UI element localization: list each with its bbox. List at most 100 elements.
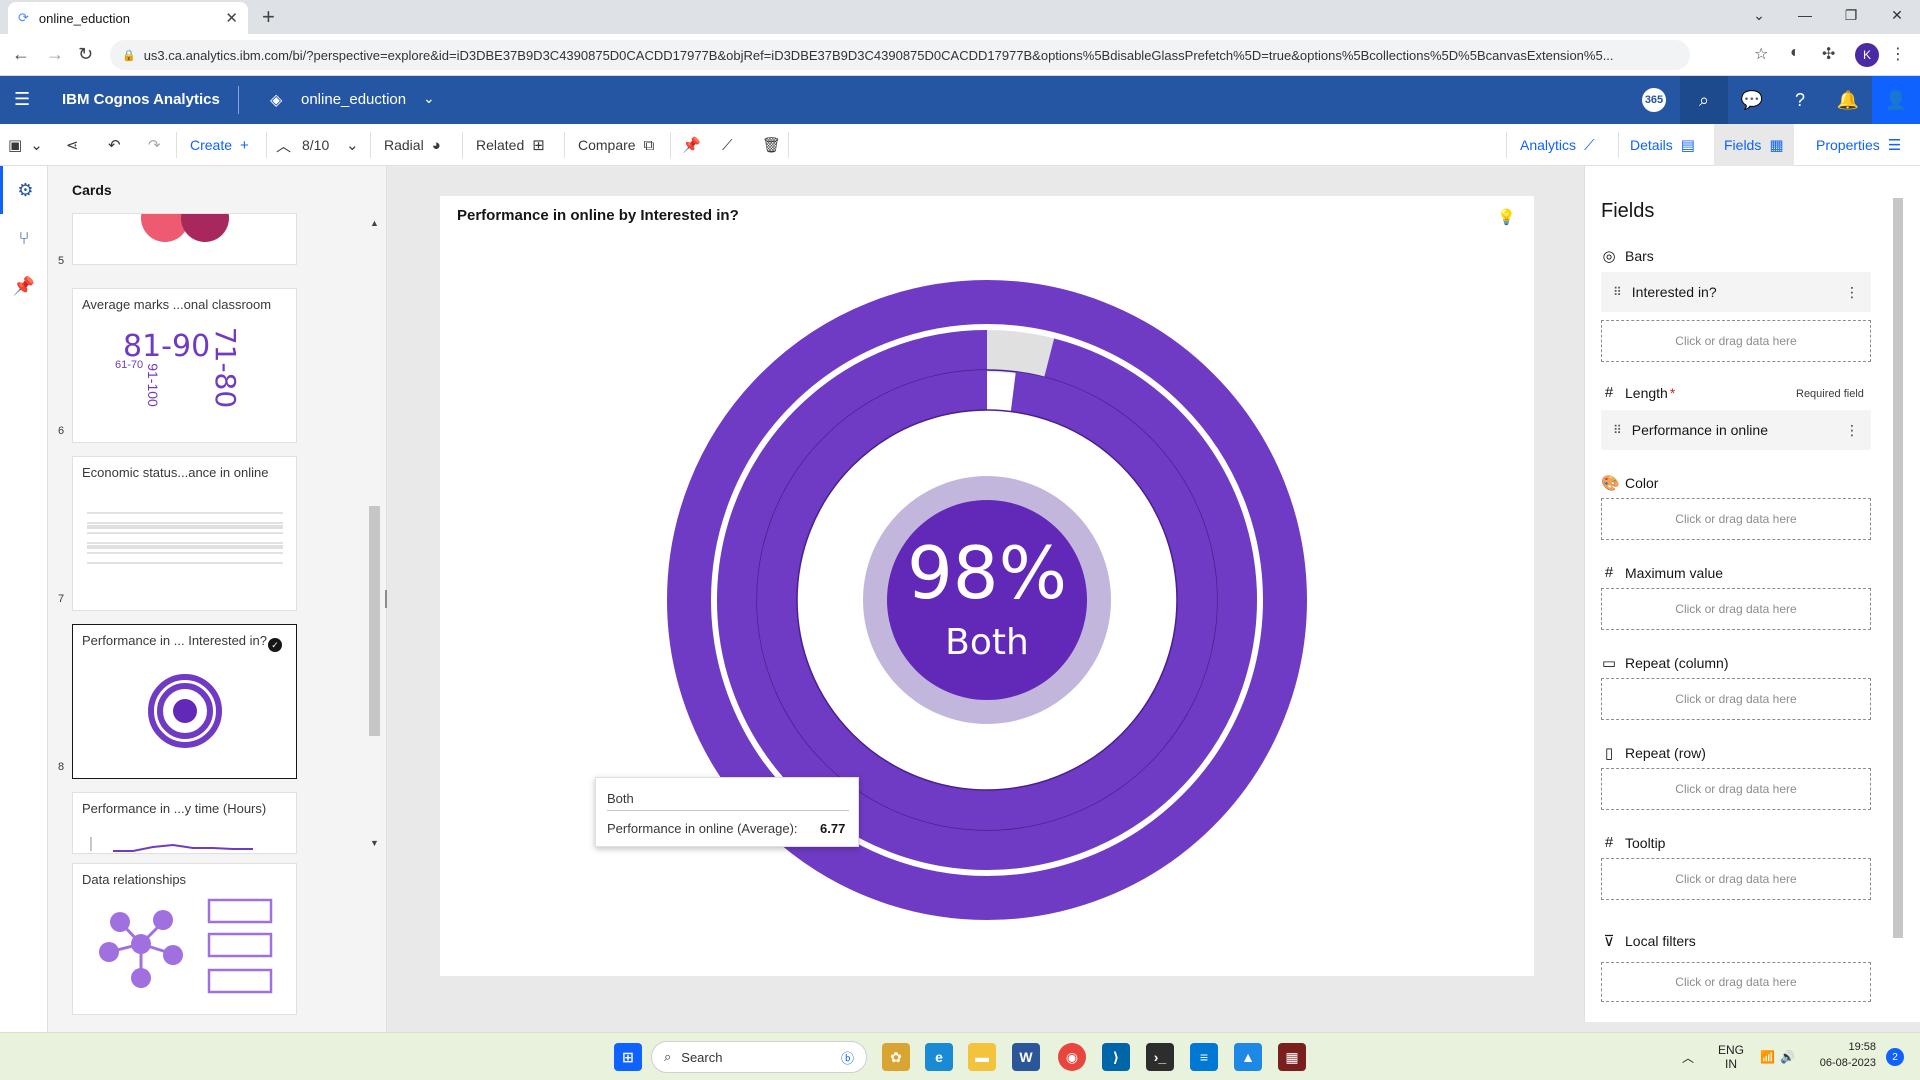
close-tab-icon[interactable]: ✕ xyxy=(225,9,238,27)
card-number: 8 xyxy=(58,761,65,773)
scroll-up-arrow-icon[interactable]: ▲ xyxy=(370,218,379,228)
chat-icon[interactable]: 💬 xyxy=(1728,76,1776,124)
related-label: Related xyxy=(476,137,525,153)
local-filters-drop-zone[interactable]: Click or drag data here xyxy=(1601,962,1871,1002)
length-field-pill[interactable]: ⠿ Performance in online ⋮ xyxy=(1601,410,1871,450)
bookmark-star-icon[interactable]: ☆ xyxy=(1754,44,1768,64)
calendar-app-icon[interactable]: ▦ xyxy=(1278,1043,1306,1071)
undo-button[interactable]: ↶ xyxy=(108,124,121,166)
redo-button[interactable]: ↷ xyxy=(148,124,161,166)
radial-chart[interactable]: 98% Both xyxy=(440,196,1534,976)
delete-button[interactable]: 🗑 xyxy=(762,124,781,166)
badge-365[interactable]: 365 xyxy=(1630,76,1678,124)
help-icon[interactable]: ? xyxy=(1776,76,1824,124)
minimize-button[interactable]: — xyxy=(1782,0,1828,30)
word-icon[interactable]: W xyxy=(1012,1043,1040,1071)
card-5[interactable] xyxy=(72,194,297,265)
repeat-column-drop-zone[interactable]: Click or drag data here xyxy=(1601,678,1871,720)
extension-shield-icon[interactable]: ◐ xyxy=(1790,44,1800,62)
insight-button[interactable]: ⟋ xyxy=(722,124,733,166)
profile-avatar[interactable]: K xyxy=(1855,43,1879,67)
radial-icon: ◕ xyxy=(431,136,441,154)
notification-count-badge[interactable]: 2 xyxy=(1886,1048,1904,1066)
card-8[interactable]: Performance in ... Interested in? ✓ xyxy=(72,624,297,779)
terminal-icon[interactable]: ›_ xyxy=(1146,1043,1174,1071)
fields-scrollbar[interactable] xyxy=(1892,190,1904,950)
undo-icon: ↶ xyxy=(108,137,121,154)
compare-button[interactable]: Compare ⧉ xyxy=(578,124,654,166)
cards-icon[interactable]: ⚙ xyxy=(0,166,48,214)
drag-grip-icon: ⠿ xyxy=(1613,423,1622,437)
volume-icon[interactable]: 🔊 xyxy=(1780,1033,1795,1080)
reload-icon[interactable]: ↻ xyxy=(78,44,93,65)
photos-icon[interactable]: ▲ xyxy=(1234,1043,1262,1071)
tab-search-icon[interactable]: ⌄ xyxy=(1736,0,1782,30)
create-button[interactable]: Create + xyxy=(190,124,249,166)
system-clock[interactable]: 19:58 06-08-2023 xyxy=(1800,1039,1876,1071)
hamburger-menu-icon[interactable]: ☰ xyxy=(14,89,30,110)
fields-tab[interactable]: Fields ▦ xyxy=(1714,124,1794,166)
data-tree-icon[interactable]: ⑂ xyxy=(0,214,48,262)
card-7[interactable]: Economic status...ance in online xyxy=(72,456,297,611)
widget-app-icon[interactable]: ✿ xyxy=(882,1043,910,1071)
back-icon[interactable]: ← xyxy=(12,44,30,65)
tray-chevron-up-icon[interactable]: ︿ xyxy=(1682,1033,1694,1080)
radial-button[interactable]: Radial ◕ xyxy=(384,124,441,166)
overflow-menu-icon[interactable]: ⋮ xyxy=(1845,422,1859,439)
bars-drop-zone[interactable]: Click or drag data here xyxy=(1601,320,1871,362)
tooltip-drop-zone[interactable]: Click or drag data here xyxy=(1601,858,1871,900)
related-button[interactable]: Related ⊞ xyxy=(476,124,545,166)
analytics-tab[interactable]: Analytics ⟋ xyxy=(1520,124,1595,166)
color-drop-zone[interactable]: Click or drag data here xyxy=(1601,498,1871,540)
url-field[interactable]: 🔒 us3.ca.analytics.ibm.com/bi/?perspecti… xyxy=(110,40,1690,70)
pin-icon[interactable]: 📌 xyxy=(0,262,48,310)
wifi-icon[interactable]: 📶 xyxy=(1760,1033,1775,1080)
cards-scrollbar-thumb[interactable] xyxy=(369,506,380,736)
details-tab[interactable]: Details ▤ xyxy=(1630,124,1695,166)
datasource-name[interactable]: online_eduction xyxy=(301,91,406,108)
tooltip-category: Both xyxy=(607,791,634,806)
overflow-menu-icon[interactable]: ⋮ xyxy=(1845,284,1859,301)
bars-slot-label: ◎ Bars xyxy=(1601,247,1653,265)
properties-tab[interactable]: Properties ☰ xyxy=(1816,124,1901,166)
search-icon[interactable]: ⌕ xyxy=(1680,76,1728,124)
card-title: Performance in ...y time (Hours) xyxy=(82,801,267,816)
file-explorer-icon[interactable]: ▬ xyxy=(968,1043,996,1071)
edge-browser-icon[interactable]: e xyxy=(925,1043,953,1071)
radial-thumbnail xyxy=(148,674,222,748)
chevron-down-icon[interactable]: ⌄ xyxy=(423,90,435,107)
restore-button[interactable]: ❐ xyxy=(1828,0,1874,30)
language-indicator[interactable]: ENG IN xyxy=(1718,1033,1744,1080)
visualization-card[interactable]: Performance in online by Interested in? … xyxy=(440,196,1534,976)
repeat-row-drop-zone[interactable]: Click or drag data here xyxy=(1601,768,1871,810)
save-menu-button[interactable]: ▣ ⌄ xyxy=(8,124,43,166)
new-tab-button[interactable]: + xyxy=(262,4,275,30)
repeat-row-slot-label: ▯ Repeat (row) xyxy=(1601,744,1706,762)
compare-label: Compare xyxy=(578,137,636,153)
browser-tab[interactable]: ⟳ online_eduction ✕ xyxy=(8,2,248,34)
card-9[interactable]: Performance in ...y time (Hours) xyxy=(72,792,297,854)
fields-scrollbar-thumb[interactable] xyxy=(1893,198,1903,938)
share-button[interactable]: ⋖ xyxy=(66,124,79,166)
extensions-icon[interactable]: ✣ xyxy=(1822,44,1835,64)
notifications-bell-icon[interactable]: 🔔 xyxy=(1824,76,1872,124)
previous-card-button[interactable]: ︿ xyxy=(276,124,291,166)
close-window-button[interactable]: ✕ xyxy=(1874,0,1920,30)
scroll-down-arrow-icon[interactable]: ▼ xyxy=(370,838,379,848)
taskbar-search[interactable]: ⌕ Search ⓑ xyxy=(651,1041,867,1073)
menu-dots-icon[interactable]: ⋮ xyxy=(1890,44,1906,64)
vscode-icon[interactable]: ⟩ xyxy=(1102,1043,1130,1071)
user-icon[interactable]: 👤 xyxy=(1872,76,1920,124)
next-card-button[interactable]: ⌄ xyxy=(346,124,359,166)
forward-icon[interactable]: → xyxy=(46,44,64,65)
windows-start-icon[interactable]: ⊞ xyxy=(614,1043,642,1071)
card-data-relationships[interactable]: Data relationships xyxy=(72,863,297,1015)
maximum-value-drop-zone[interactable]: Click or drag data here xyxy=(1601,588,1871,630)
pin-button[interactable]: 📌 xyxy=(682,124,701,166)
bars-field-pill[interactable]: ⠿ Interested in? ⋮ xyxy=(1601,272,1871,312)
header-divider xyxy=(238,86,239,114)
chrome-icon[interactable]: ◉ xyxy=(1058,1043,1086,1071)
card-6[interactable]: Average marks ...onal classroom 81-90 71… xyxy=(72,288,297,443)
tooltip-label: Tooltip xyxy=(1625,834,1666,851)
notepad-icon[interactable]: ≡ xyxy=(1190,1043,1218,1071)
